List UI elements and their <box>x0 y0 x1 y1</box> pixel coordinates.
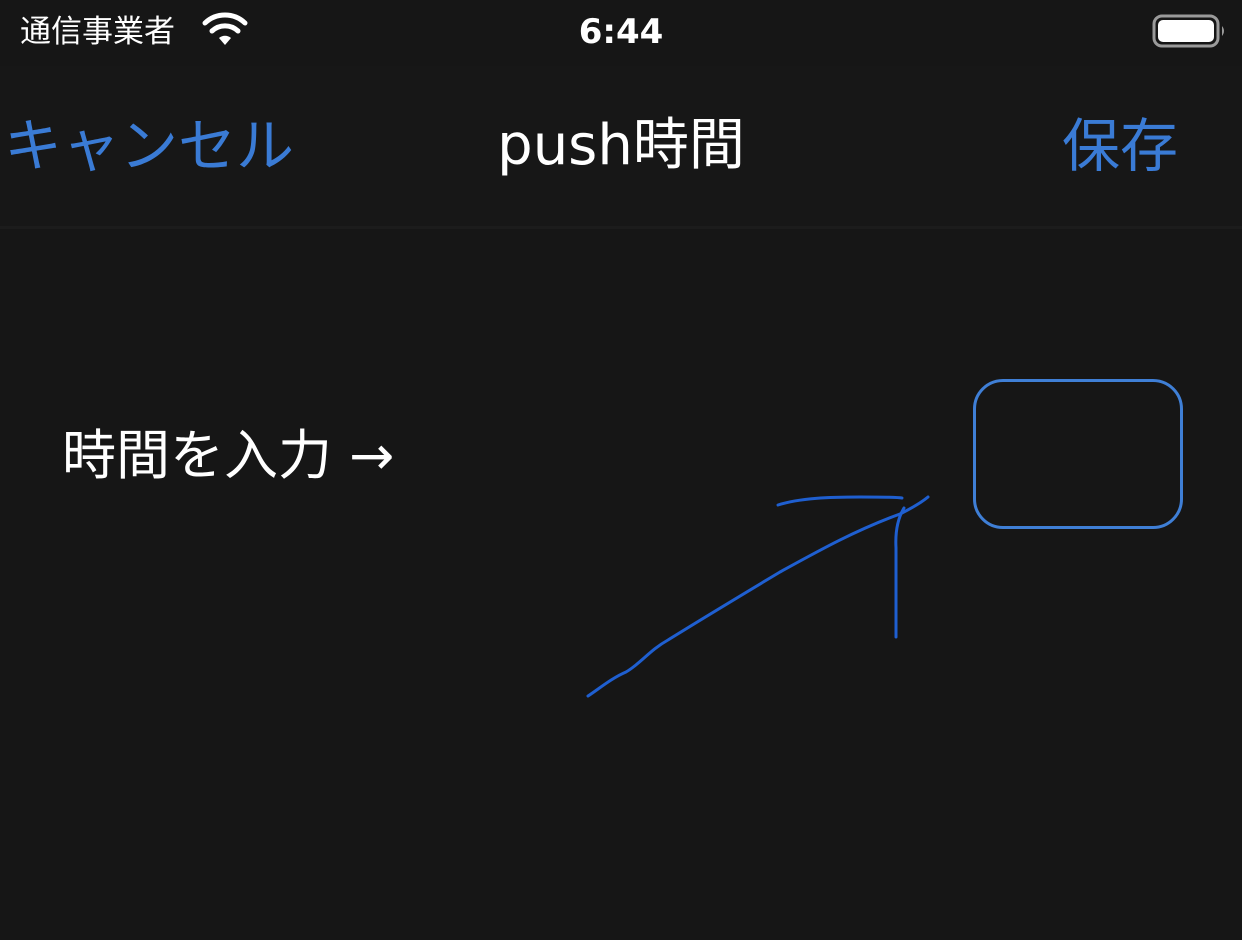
time-prompt-label: 時間を入力 → <box>62 424 395 487</box>
navigation-bar: キャンセル push時間 保存 <box>0 66 1242 226</box>
time-input[interactable] <box>973 379 1183 529</box>
save-button[interactable]: 保存 <box>1062 106 1178 186</box>
screen: 通信事業者 6:44 キャンセル push時間 保存 時間を入力 → <box>0 0 1242 940</box>
cancel-button[interactable]: キャンセル <box>4 106 294 186</box>
status-bar: 通信事業者 6:44 <box>0 0 1242 66</box>
battery-icon <box>1152 14 1224 48</box>
nav-divider <box>0 226 1242 229</box>
status-time: 6:44 <box>578 12 664 52</box>
